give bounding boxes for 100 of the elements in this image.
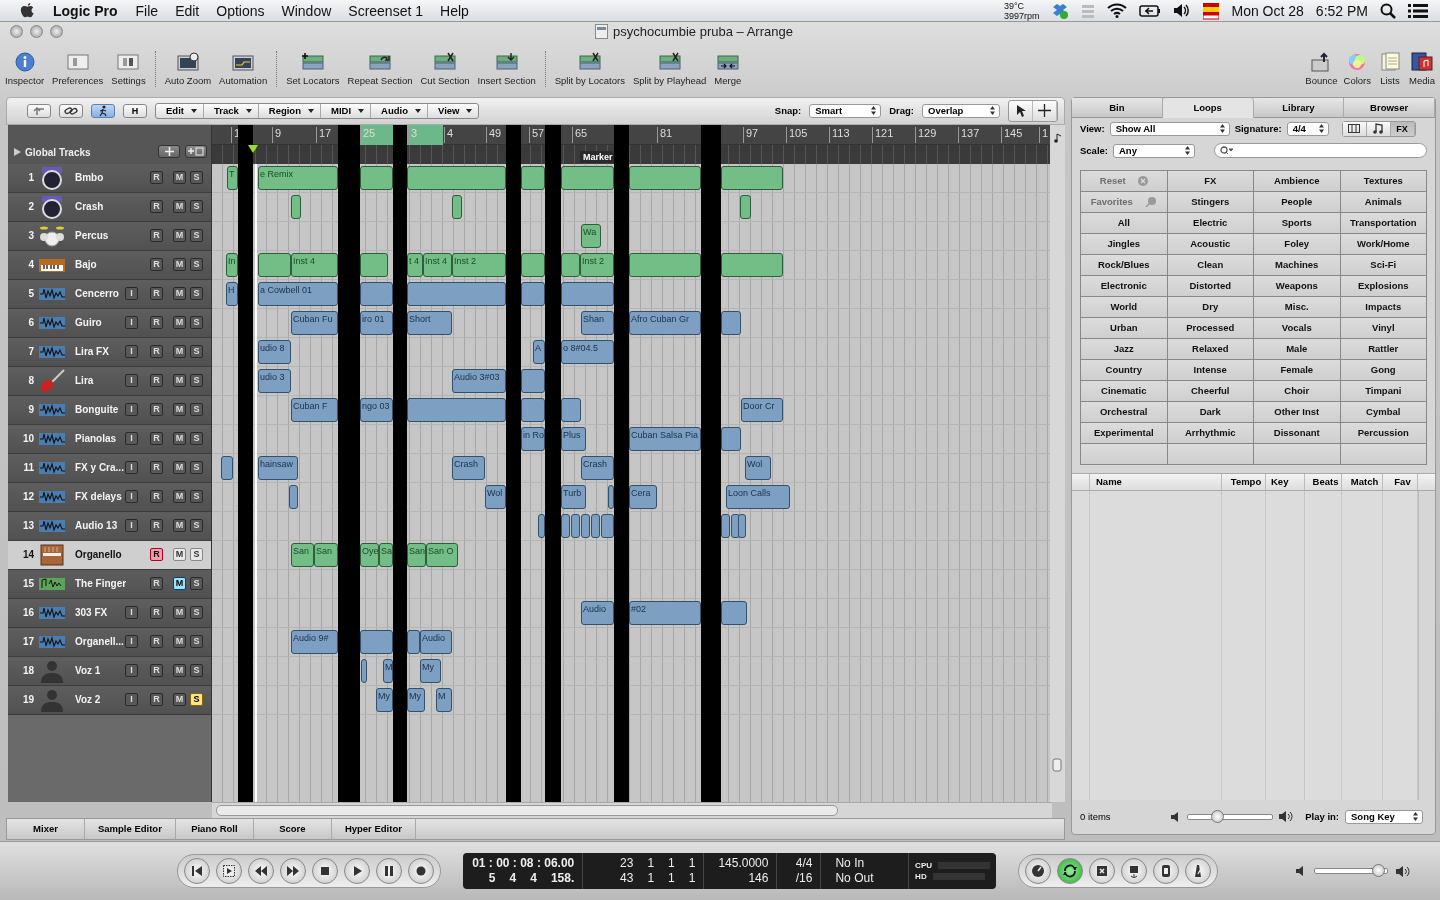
media-tab[interactable]: Bin (1072, 97, 1163, 118)
input-monitor-button[interactable]: I (125, 287, 138, 301)
midi-region[interactable]: e Remix (258, 165, 338, 190)
input-monitor-button[interactable]: I (125, 316, 138, 330)
keyword-button[interactable]: Arrhythmic (1167, 422, 1253, 443)
solo-button[interactable]: S (190, 432, 203, 446)
keyword-button[interactable]: Explosions (1340, 275, 1426, 296)
mute-button[interactable]: M (173, 374, 186, 388)
keyword-button[interactable]: Impacts (1340, 296, 1426, 317)
scale-dropdown[interactable]: Any (1113, 143, 1195, 158)
record-enable-button[interactable]: R (150, 606, 163, 620)
midi-region[interactable]: Inst 2 (452, 252, 506, 277)
fx-view-button[interactable]: FX (1390, 121, 1415, 136)
audio-region[interactable] (521, 368, 545, 393)
solo-button[interactable]: S (190, 693, 203, 707)
audio-region[interactable] (561, 397, 581, 422)
battery-icon[interactable] (1139, 3, 1162, 18)
midi-region[interactable]: San (314, 542, 338, 567)
audio-region[interactable] (221, 455, 233, 480)
column-header[interactable]: Match (1342, 473, 1383, 490)
audio-region[interactable] (581, 513, 590, 538)
solo-button[interactable]: S (190, 316, 203, 330)
menu-date[interactable]: Mon Oct 28 (1231, 2, 1304, 19)
audio-region[interactable]: Plus (561, 426, 586, 451)
audio-region[interactable] (360, 281, 393, 306)
keyword-button[interactable]: Work/Home (1340, 233, 1426, 254)
audio-region[interactable]: Crash (452, 455, 485, 480)
keyword-button[interactable]: Dissonant (1254, 422, 1340, 443)
solo-button[interactable]: S (190, 606, 203, 620)
menu-item[interactable]: Edit (175, 2, 200, 19)
signature-dropdown[interactable]: 4/4 (1286, 121, 1329, 136)
midi-region[interactable] (629, 252, 701, 277)
mute-button[interactable]: M (173, 432, 186, 446)
cycle-button[interactable] (1057, 858, 1083, 885)
keyword-button[interactable]: Sci-Fi (1340, 254, 1426, 275)
midi-region[interactable]: San O (426, 542, 458, 567)
track-header[interactable]: 16 303 FX I R M S (8, 598, 211, 628)
arrange-menu[interactable]: View (427, 103, 479, 118)
keyword-button[interactable]: Cinematic (1081, 380, 1167, 401)
marker-label[interactable]: Marker (580, 151, 616, 164)
solo-button[interactable]: S (190, 200, 203, 214)
input-monitor-button[interactable]: I (125, 403, 138, 417)
snap-dropdown[interactable]: Smart (809, 103, 882, 118)
keyword-button[interactable]: Ambience (1254, 170, 1340, 191)
midi-region[interactable] (291, 194, 301, 219)
mute-button[interactable]: M (173, 577, 186, 591)
keyword-button[interactable]: Choir (1254, 380, 1340, 401)
apple-logo-icon[interactable] (20, 2, 35, 19)
midi-region[interactable] (360, 165, 393, 190)
solo-button[interactable]: S (190, 374, 203, 388)
record-enable-button[interactable]: R (150, 490, 163, 504)
input-monitor-button[interactable]: I (125, 345, 138, 359)
audio-region[interactable]: My (420, 658, 441, 683)
audio-region[interactable]: M (436, 687, 452, 712)
audio-region[interactable]: iro 01 (360, 310, 393, 335)
box-icon[interactable] (1051, 2, 1070, 19)
keyword-button[interactable]: Country (1081, 359, 1167, 380)
midi-region[interactable] (561, 165, 614, 190)
column-header[interactable]: Fav (1383, 473, 1418, 490)
keyword-button[interactable]: Distorted (1167, 275, 1253, 296)
record-enable-button[interactable]: R (150, 432, 163, 446)
keyword-button[interactable]: World (1081, 296, 1167, 317)
input-monitor-button[interactable]: I (125, 461, 138, 475)
mute-button[interactable]: M (173, 258, 186, 272)
track-header[interactable]: 17 Organell... I R M S (8, 627, 211, 657)
keyword-button[interactable]: Dry (1167, 296, 1253, 317)
track-header[interactable]: 14 Organello R M S (8, 540, 211, 570)
audio-region[interactable] (360, 629, 393, 654)
keyword-button[interactable]: Other Inst (1254, 401, 1340, 422)
toolbar-button[interactable]: Repeat Section (344, 50, 416, 89)
menu-item[interactable]: Help (440, 2, 469, 19)
mute-button[interactable]: M (173, 229, 186, 243)
record-enable-button[interactable]: R (150, 316, 163, 330)
midi-region[interactable] (360, 252, 388, 277)
mute-button[interactable]: M (173, 200, 186, 214)
track-header[interactable]: 7 Lira FX I R M S (8, 337, 211, 367)
track-header[interactable]: 3 Percus R M S (8, 221, 211, 251)
record-enable-button[interactable]: R (150, 577, 163, 591)
midi-region[interactable]: Inst 4 (291, 252, 338, 277)
add-track-button[interactable] (158, 144, 180, 158)
keyword-button[interactable]: Textures (1340, 170, 1426, 191)
audio-region[interactable]: Turb (561, 484, 586, 509)
zoom-button[interactable] (50, 25, 63, 39)
mute-button[interactable]: M (173, 461, 186, 475)
keyword-button[interactable]: Rattler (1340, 338, 1426, 359)
solo-button[interactable]: S (190, 403, 203, 417)
toolbar-button[interactable]: Split by Playhead (629, 50, 710, 89)
audio-region[interactable]: o 8#04.5 (561, 339, 614, 364)
mute-button[interactable]: M (173, 693, 186, 707)
midi-region[interactable] (407, 165, 506, 190)
toolbar-button[interactable]: Preferences (49, 50, 107, 89)
media-tab[interactable]: Loops (1162, 97, 1254, 118)
editor-tab[interactable]: Hyper Editor (331, 818, 416, 839)
audio-region[interactable] (601, 513, 614, 538)
input-monitor-button[interactable]: I (125, 693, 138, 707)
midi-region[interactable]: t 4 (407, 252, 423, 277)
column-header[interactable]: Name (1090, 473, 1222, 490)
mute-button[interactable]: M (173, 519, 186, 533)
midi-region[interactable]: Oye (360, 542, 379, 567)
column-header[interactable]: Key (1266, 473, 1305, 490)
